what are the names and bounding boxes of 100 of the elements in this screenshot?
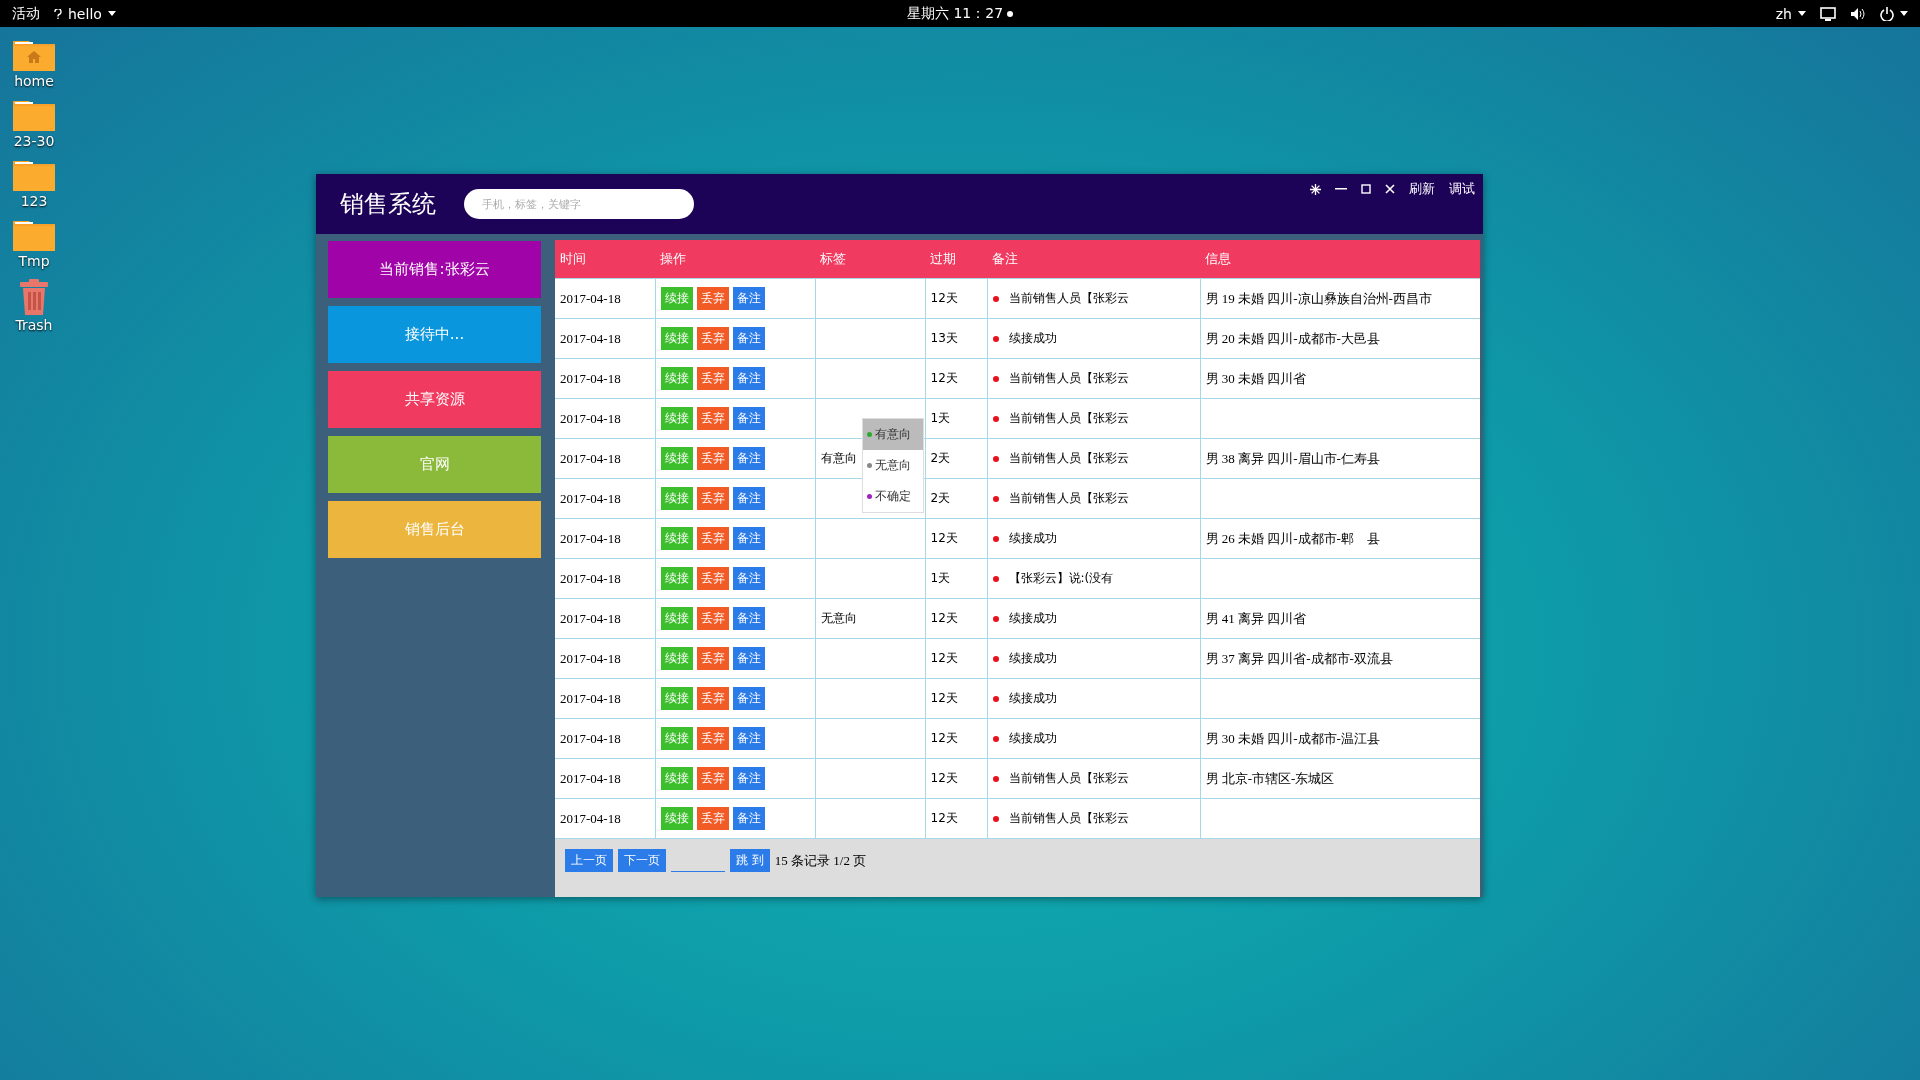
continue-button[interactable]: 续接	[660, 407, 693, 430]
continue-button[interactable]: 续接	[660, 647, 693, 670]
continue-button[interactable]: 续接	[660, 487, 693, 510]
discard-button[interactable]: 丢弃	[696, 287, 729, 310]
asterisk-icon[interactable]	[1310, 183, 1321, 195]
volume-icon[interactable]	[1850, 6, 1866, 21]
status-dot-icon	[992, 815, 999, 822]
discard-button[interactable]: 丢弃	[696, 327, 729, 350]
sidebar-button[interactable]: 接待中...	[328, 306, 541, 363]
sidebar-button[interactable]: 共享资源	[328, 371, 541, 428]
info-text: 男 19 未婚 四川-凉山彝族自治州-西昌市	[1205, 290, 1432, 306]
sidebar-button[interactable]: 官网	[328, 436, 541, 493]
remark-button[interactable]: 备注	[732, 327, 765, 350]
folder-icon[interactable]	[13, 219, 55, 251]
note-text: 【张彩云】说:(没有	[1008, 570, 1114, 587]
clock[interactable]: 星期六 11：27	[906, 4, 1004, 23]
info-text: 男 30 未婚 四川-成都市-温江县	[1205, 730, 1380, 746]
status-dot-icon	[992, 655, 999, 662]
maximize-icon[interactable]	[1361, 184, 1371, 194]
status-dot-icon	[992, 415, 999, 422]
note-text: 当前销售人员【张彩云	[1008, 370, 1129, 387]
remark-button[interactable]: 备注	[732, 447, 765, 470]
discard-button[interactable]: 丢弃	[696, 407, 729, 430]
go-to-page-button[interactable]: 跳 到	[730, 849, 770, 872]
desktop-icon-label[interactable]: home	[14, 73, 54, 89]
continue-button[interactable]: 续接	[660, 367, 693, 390]
note-text: 续接成功	[1008, 330, 1057, 347]
date-cell: 2017-04-18	[555, 758, 655, 799]
date-cell: 2017-04-18	[555, 718, 655, 759]
discard-button[interactable]: 丢弃	[696, 367, 729, 390]
help-icon	[54, 8, 62, 19]
power-icon[interactable]	[1880, 6, 1894, 21]
continue-button[interactable]: 续接	[660, 807, 693, 830]
remark-button[interactable]: 备注	[732, 367, 765, 390]
remark-button[interactable]: 备注	[732, 767, 765, 790]
discard-button[interactable]: 丢弃	[696, 487, 729, 510]
remark-button[interactable]: 备注	[732, 567, 765, 590]
activities-button[interactable]: 活动	[12, 4, 40, 23]
folder-icon[interactable]	[13, 159, 55, 191]
remark-button[interactable]: 备注	[732, 487, 765, 510]
discard-button[interactable]: 丢弃	[696, 687, 729, 710]
expiry-text: 12天	[930, 651, 958, 665]
desktop-icon-label[interactable]: Trash	[15, 317, 53, 333]
continue-button[interactable]: 续接	[660, 447, 693, 470]
expiry-text: 1天	[930, 571, 951, 585]
expiry-text: 12天	[930, 811, 958, 825]
remark-button[interactable]: 备注	[732, 607, 765, 630]
remark-button[interactable]: 备注	[732, 687, 765, 710]
continue-button[interactable]: 续接	[660, 567, 693, 590]
continue-button[interactable]: 续接	[660, 287, 693, 310]
remark-button[interactable]: 备注	[732, 407, 765, 430]
desktop-icon-label[interactable]: Tmp	[18, 253, 50, 269]
note-text: 当前销售人员【张彩云	[1008, 810, 1129, 827]
discard-button[interactable]: 丢弃	[696, 567, 729, 590]
display-icon[interactable]	[1820, 6, 1836, 21]
notification-dot-icon	[1007, 10, 1014, 17]
discard-button[interactable]: 丢弃	[696, 767, 729, 790]
remark-button[interactable]: 备注	[732, 727, 765, 750]
search-field[interactable]: 手机，标签，关键字	[464, 189, 694, 219]
close-icon[interactable]	[1385, 184, 1395, 194]
language-menu[interactable]: zh	[1775, 5, 1792, 22]
discard-button[interactable]: 丢弃	[696, 527, 729, 550]
header-button[interactable]: 调试	[1449, 180, 1475, 198]
home-folder-icon[interactable]	[13, 39, 55, 71]
remark-button[interactable]: 备注	[732, 527, 765, 550]
remark-button[interactable]: 备注	[732, 287, 765, 310]
menu-item[interactable]: 有意向	[863, 419, 923, 450]
continue-button[interactable]: 续接	[660, 727, 693, 750]
column-header: 时间	[555, 240, 655, 279]
minimize-icon[interactable]	[1335, 188, 1347, 190]
sidebar-button[interactable]: 当前销售:张彩云	[328, 241, 541, 298]
date-cell: 2017-04-18	[555, 398, 655, 439]
next-page-button[interactable]: 下一页	[618, 849, 666, 872]
previous-page-button[interactable]: 上一页	[565, 849, 613, 872]
desktop-icon-label[interactable]: 23-30	[13, 133, 55, 149]
header-button[interactable]: 刷新	[1409, 180, 1435, 198]
discard-button[interactable]: 丢弃	[696, 807, 729, 830]
continue-button[interactable]: 续接	[660, 687, 693, 710]
discard-button[interactable]: 丢弃	[696, 727, 729, 750]
remark-button[interactable]: 备注	[732, 647, 765, 670]
continue-button[interactable]: 续接	[660, 767, 693, 790]
note-text: 续接成功	[1008, 690, 1057, 707]
info-text: 男 北京-市辖区-东城区	[1205, 770, 1335, 786]
status-dot-icon	[992, 495, 999, 502]
note-text: 续接成功	[1008, 610, 1057, 627]
discard-button[interactable]: 丢弃	[696, 447, 729, 470]
desktop-icon-label[interactable]: 123	[20, 193, 48, 209]
discard-button[interactable]: 丢弃	[696, 607, 729, 630]
app-menu[interactable]: hello	[68, 5, 102, 22]
discard-button[interactable]: 丢弃	[696, 647, 729, 670]
expiry-text: 2天	[930, 451, 951, 465]
continue-button[interactable]: 续接	[660, 607, 693, 630]
remark-button[interactable]: 备注	[732, 807, 765, 830]
continue-button[interactable]: 续接	[660, 527, 693, 550]
note-text: 当前销售人员【张彩云	[1008, 410, 1129, 427]
continue-button[interactable]: 续接	[660, 327, 693, 350]
folder-icon[interactable]	[13, 99, 55, 131]
expiry-text: 13天	[930, 331, 958, 345]
expiry-text: 12天	[930, 691, 958, 705]
date-cell: 2017-04-18	[555, 358, 655, 399]
